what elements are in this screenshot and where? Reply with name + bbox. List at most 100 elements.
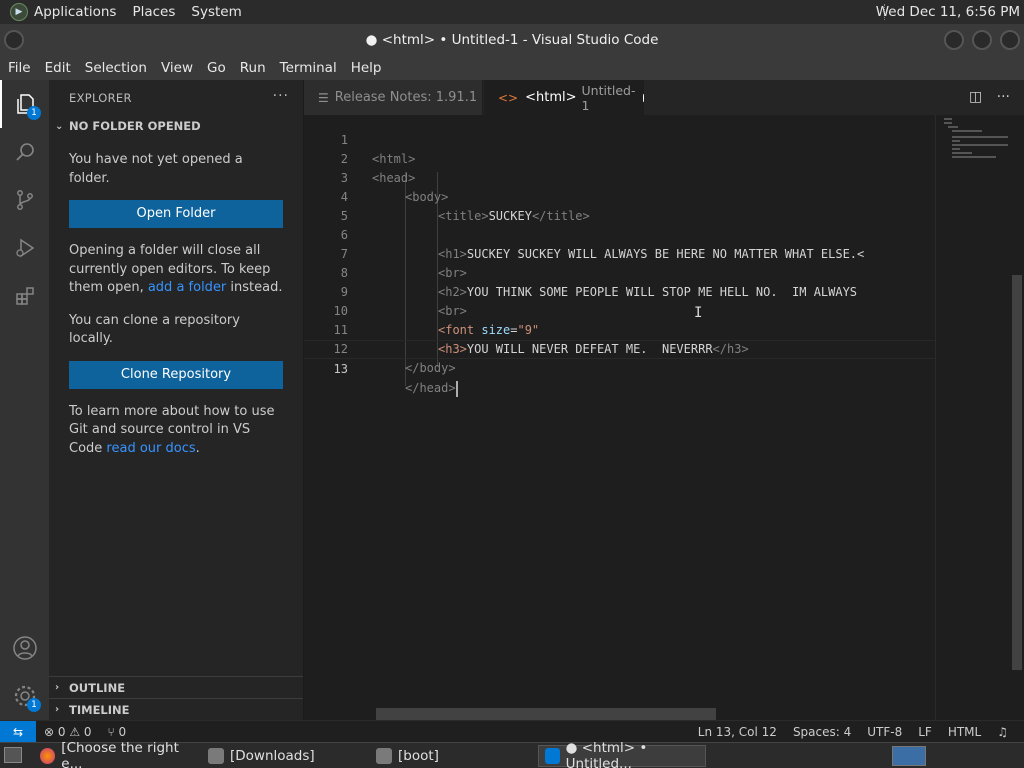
encoding[interactable]: UTF-8 [867, 725, 902, 739]
code-editor[interactable]: 1 <html> 2 <head> 3 <body> 4 <title>SUCK… [304, 115, 935, 720]
search-icon [15, 143, 34, 161]
workspace-switcher[interactable] [892, 746, 926, 766]
code-token: </head> [405, 381, 456, 395]
menu-view[interactable]: View [154, 60, 200, 76]
chevron-right-icon: › [55, 704, 60, 715]
more-actions-icon[interactable]: ··· [273, 88, 289, 104]
code-line[interactable]: 5 [304, 188, 935, 223]
explorer-sidebar: EXPLORER ··· ⌄ NO FOLDER OPENED You have… [49, 80, 304, 720]
more-actions-icon[interactable]: ··· [997, 89, 1010, 105]
code-line[interactable]: 9 <br> [304, 264, 935, 318]
code-token: </body> [405, 361, 456, 375]
clock[interactable]: Wed Dec 11, 6:56 PM [876, 4, 1020, 20]
explorer-badge: 1 [27, 106, 41, 120]
minimap[interactable] [935, 115, 1010, 720]
source-control-icon [16, 190, 33, 210]
taskbar-item-boot[interactable]: [boot] [370, 745, 534, 767]
window-menu-button[interactable] [4, 30, 24, 50]
split-editor-icon[interactable]: ◫ [969, 89, 982, 105]
open-folder-button[interactable]: Open Folder [69, 200, 283, 228]
chevron-down-icon: ⌄ [55, 120, 64, 132]
account-icon [12, 636, 37, 660]
search-activity[interactable] [0, 128, 49, 176]
show-desktop-icon[interactable] [4, 747, 22, 763]
read-docs-link[interactable]: read our docs [106, 441, 195, 456]
git-docs-message: To learn more about how to use Git and s… [69, 403, 275, 456]
tab-untitled-1[interactable]: <> <html> Untitled-1 [484, 80, 644, 115]
remote-indicator-icon[interactable]: ⇆ [0, 720, 36, 743]
taskbar-item-firefox[interactable]: [Choose the right e... [34, 740, 198, 768]
minimap-line [952, 152, 972, 154]
code-line-current[interactable]: 13 </head> [304, 340, 935, 397]
extensions-activity[interactable] [0, 272, 49, 320]
editor-tabbar: ☰ Release Notes: 1.91.1 <> <html> Untitl… [304, 80, 1024, 115]
outline-title: OUTLINE [69, 680, 126, 695]
tab-release-notes[interactable]: ☰ Release Notes: 1.91.1 [304, 80, 483, 115]
unsaved-dot-icon[interactable] [643, 93, 644, 102]
timeline-section[interactable]: › TIMELINE [49, 698, 303, 720]
minimap-line [952, 130, 982, 132]
chevron-right-icon: › [55, 682, 60, 693]
cursor-position[interactable]: Ln 13, Col 12 [698, 725, 777, 739]
menu-edit[interactable]: Edit [38, 60, 78, 76]
menu-run[interactable]: Run [233, 60, 273, 76]
explorer-activity[interactable]: 1 [0, 80, 49, 128]
close-button[interactable] [1000, 30, 1020, 50]
code-line[interactable]: 8 <h2>YOU THINK SOME PEOPLE WILL STOP ME… [304, 245, 935, 299]
taskbar-item-vscode[interactable]: ● <html> • Untitled... [538, 740, 706, 768]
code-line[interactable]: 1 <html> [304, 112, 935, 166]
end-of-line[interactable]: LF [918, 725, 932, 739]
no-folder-message: You have not yet opened a folder. [69, 152, 243, 186]
code-line[interactable]: 3 <body> [304, 150, 935, 204]
minimap-line [948, 126, 958, 128]
minimize-button[interactable] [944, 30, 964, 50]
code-line[interactable]: 2 <head> [304, 131, 935, 185]
clone-message: You can clone a repository locally. [69, 312, 240, 347]
status-bar: ⇆ ⊗ 0 ⚠ 0 ⑂ 0 Ln 13, Col 12 Spaces: 4 UT… [0, 720, 1024, 743]
code-line[interactable]: 12 </body> [304, 321, 935, 375]
code-line[interactable]: 10 <font size="9" [304, 283, 935, 337]
notifications-bell-icon[interactable]: ♫ [997, 725, 1008, 739]
outline-section[interactable]: › OUTLINE [49, 676, 303, 698]
window-titlebar[interactable]: ● <html> • Untitled-1 - Visual Studio Co… [0, 24, 1024, 56]
explorer-title: EXPLORER [69, 90, 132, 105]
menu-file[interactable]: File [0, 60, 38, 76]
applications-menu[interactable]: Applications [34, 4, 116, 20]
manage-activity[interactable]: 1 [0, 672, 49, 720]
language-mode[interactable]: HTML [948, 725, 981, 739]
menu-go[interactable]: Go [200, 60, 233, 76]
system-menu[interactable]: System [191, 4, 241, 20]
distro-logo-icon[interactable]: ▶ [10, 3, 28, 21]
maximize-button[interactable] [972, 30, 992, 50]
horizontal-scrollbar[interactable] [376, 708, 716, 720]
minimap-line [952, 148, 960, 150]
indentation[interactable]: Spaces: 4 [793, 725, 851, 739]
menu-terminal[interactable]: Terminal [273, 60, 344, 76]
timeline-title: TIMELINE [69, 702, 130, 717]
i-beam-cursor-icon: I [694, 305, 703, 321]
problems-indicator[interactable]: ⊗ 0 ⚠ 0 [44, 725, 92, 739]
scrollbar-thumb[interactable] [1012, 275, 1022, 670]
no-folder-content: You have not yet opened a folder. Open F… [49, 151, 303, 458]
explorer-header: EXPLORER ··· [49, 80, 303, 115]
run-debug-activity[interactable] [0, 224, 49, 272]
add-folder-link[interactable]: add a folder [148, 280, 226, 295]
vertical-scrollbar[interactable] [1010, 115, 1024, 720]
tab-label: <html> [525, 90, 577, 105]
ports-indicator[interactable]: ⑂ 0 [108, 725, 127, 739]
taskbar: [Choose the right e... [Downloads] [boot… [0, 740, 1024, 768]
taskbar-item-downloads[interactable]: [Downloads] [202, 745, 366, 767]
extensions-icon [15, 287, 34, 305]
menu-help[interactable]: Help [344, 60, 389, 76]
menu-selection[interactable]: Selection [78, 60, 154, 76]
clone-repository-button[interactable]: Clone Repository [69, 360, 283, 389]
source-control-activity[interactable] [0, 176, 49, 224]
accounts-activity[interactable] [0, 624, 49, 672]
minimap-line [944, 118, 952, 120]
code-line[interactable]: 4 <title>SUCKEY</title> [304, 169, 935, 223]
no-folder-section[interactable]: ⌄ NO FOLDER OPENED [49, 115, 303, 137]
code-line[interactable]: 6 <h1>SUCKEY SUCKEY WILL ALWAYS BE HERE … [304, 207, 935, 261]
code-line[interactable]: 11 <h3>YOU WILL NEVER DEFEAT ME. NEVERRR… [304, 302, 935, 356]
code-line[interactable]: 7 <br> [304, 226, 935, 280]
places-menu[interactable]: Places [132, 4, 175, 20]
